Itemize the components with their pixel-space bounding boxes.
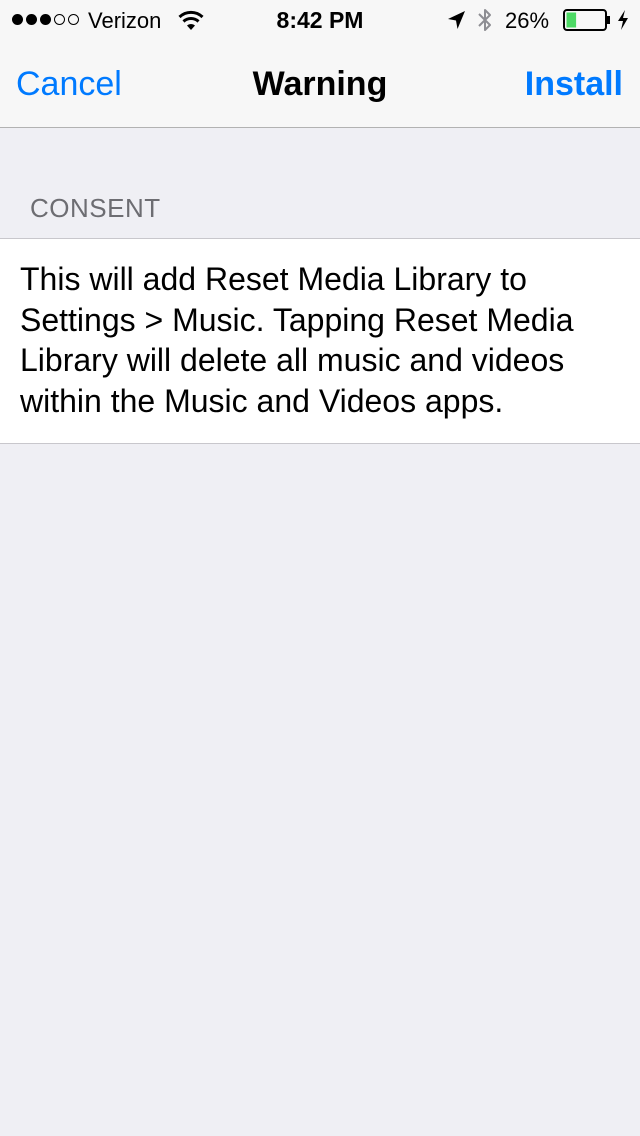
charging-icon: [618, 10, 628, 30]
battery-percent: 26%: [505, 8, 550, 33]
top-bar: Verizon 8:42 PM 26% Cancel Warning Insta…: [0, 0, 640, 128]
bluetooth-icon: [478, 9, 491, 31]
consent-section-header: CONSENT: [30, 193, 161, 223]
consent-section: This will add Reset Media Library to Set…: [0, 238, 640, 444]
consent-text: This will add Reset Media Library to Set…: [20, 261, 574, 419]
navigation-bar: Cancel Warning Install: [0, 40, 640, 128]
battery-icon: [563, 9, 610, 31]
install-button[interactable]: Install: [525, 64, 623, 104]
status-bar: Verizon 8:42 PM 26%: [0, 0, 640, 40]
location-icon: [448, 11, 465, 29]
battery-level-fill: [566, 12, 577, 28]
